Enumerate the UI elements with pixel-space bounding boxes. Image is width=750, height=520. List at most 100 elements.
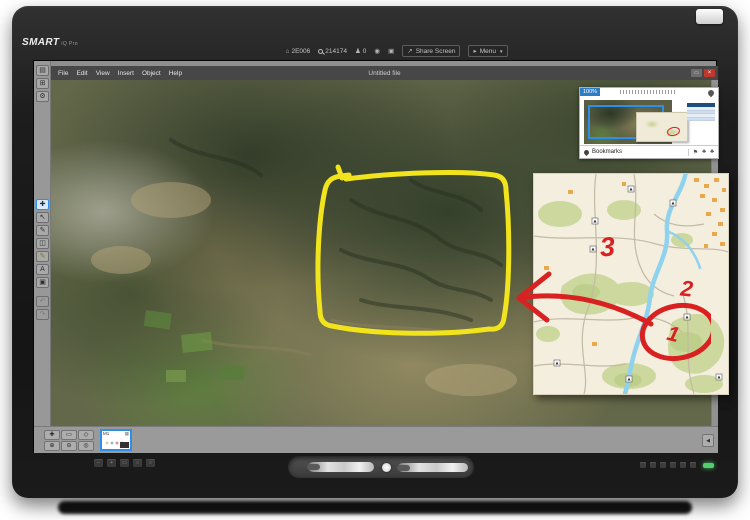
pen-tool-button[interactable]: ✎ [36, 225, 49, 236]
bezel-button[interactable] [660, 462, 666, 468]
minimize-button[interactable]: ▭ [691, 69, 702, 77]
highlighter-icon: ✎ [40, 253, 46, 260]
home-button[interactable]: ○ [146, 459, 155, 467]
room-id-item: ⌂ 2E006 [286, 48, 311, 55]
power-led[interactable] [703, 463, 714, 468]
input-button[interactable]: ○ [133, 459, 142, 467]
smart-board-bezel: SMARTiQ Pro ⌂ 2E006 214174 ♟ 0 ◉ ▣ ↗ Sha… [12, 6, 738, 498]
display-screen: ▤ ⊞ ⚙ ✚ ↖ ✎ ◫ ✎ A ▣ ↶ ↷ File [33, 60, 717, 452]
grid-button[interactable]: ⊞ [36, 78, 49, 89]
menu-help[interactable]: Help [169, 70, 182, 77]
screenshot-stage: SMARTiQ Pro ⌂ 2E006 214174 ♟ 0 ◉ ▣ ↗ Sha… [0, 0, 750, 520]
gear-icon: ⚙ [39, 93, 45, 100]
view-controls: ✚ ▭ ◇ ⊕ ⊖ ◎ [44, 430, 97, 451]
bezel-left-controls: − + ▭ ○ ○ [94, 459, 155, 467]
overview-thumbnail [580, 97, 718, 147]
menu-bar: File Edit View Insert Object Help [51, 70, 182, 77]
share-screen-button[interactable]: ↗ Share Screen [402, 45, 460, 57]
select-tool-button[interactable]: ↖ [36, 212, 49, 223]
eraser-tool-button[interactable]: ◫ [36, 238, 49, 249]
pen-icon: ✎ [40, 227, 46, 234]
location-pin-icon [583, 148, 590, 155]
overview-topo-thumb [636, 112, 688, 142]
attribution-marks [620, 90, 676, 94]
zoom-out-button[interactable]: ⊖ [61, 441, 77, 451]
zoom-level-badge: 100% [580, 88, 600, 96]
toolbar-tools-group: ✚ ↖ ✎ ◫ ✎ A ▣ ↶ ↷ [35, 199, 50, 322]
menu-label: Menu [480, 48, 496, 55]
session-id: 214174 [325, 48, 347, 55]
bezel-button[interactable] [670, 462, 676, 468]
page-thumbnail[interactable]: M1 ▦ [100, 429, 132, 451]
cursor-icon: ▸ [473, 47, 476, 55]
stylus-pen-2[interactable] [398, 463, 468, 472]
fit-page-icon: ◇ [84, 432, 89, 438]
fit-page-button[interactable]: ◇ [78, 430, 94, 440]
redo-button[interactable]: ↷ [36, 309, 49, 320]
image-tool-button[interactable]: ▣ [36, 277, 49, 288]
bezel-button[interactable] [690, 462, 696, 468]
magnifier-icon [318, 49, 323, 54]
overview-footer: Bookmarks ⚑ ♣ ♣ [580, 145, 718, 158]
toolbar-top-group: ▤ ⊞ ⚙ [35, 65, 50, 104]
menu-object[interactable]: Object [142, 70, 161, 77]
zoom-reset-button[interactable]: ◎ [78, 441, 94, 451]
collapse-panel-button[interactable]: ◀ [702, 434, 714, 447]
stylus-pen-1[interactable] [308, 462, 374, 472]
viewer-count-item: ♟ 0 [355, 47, 366, 55]
bezel-button[interactable] [640, 462, 646, 468]
menu-view[interactable]: View [96, 70, 110, 77]
freeze-button[interactable]: ▭ [120, 459, 129, 467]
map-canvas[interactable]: 100% [51, 80, 711, 426]
tray-color-button[interactable] [382, 463, 391, 472]
menu-edit[interactable]: Edit [76, 70, 87, 77]
clipboard-button[interactable]: ▤ [36, 65, 49, 76]
undo-icon: ↶ [40, 298, 46, 305]
viewer-count: 0 [363, 48, 367, 55]
tree-icon[interactable]: ♣ [702, 149, 706, 156]
grid-icon: ⊞ [40, 80, 46, 87]
zoom-out-icon: ⊖ [66, 443, 71, 449]
board-shadow [58, 501, 692, 514]
highlighter-tool-button[interactable]: ✎ [36, 251, 49, 262]
text-tool-button[interactable]: A [36, 264, 49, 275]
zoom-in-button[interactable]: ⊕ [44, 441, 60, 451]
bookmarks-label[interactable]: Bookmarks [592, 149, 622, 155]
volume-up-button[interactable]: + [107, 459, 116, 467]
pan-view-button[interactable]: ✚ [44, 430, 60, 440]
settings-button[interactable]: ⚙ [36, 91, 49, 102]
building-icon: ⌂ [286, 48, 290, 55]
menu-file[interactable]: File [58, 70, 68, 77]
pin-icon[interactable] [707, 89, 715, 97]
page-label: M1 [103, 431, 109, 436]
pan-tool-button[interactable]: ✚ [36, 199, 49, 210]
volume-down-button[interactable]: − [94, 459, 103, 467]
document-title: Untitled file [368, 70, 400, 77]
window-controls: ▭ × [691, 69, 715, 77]
overview-actions: ⚑ ♣ ♣ [688, 149, 714, 156]
topo-map-graphic [534, 174, 728, 394]
bezel-button[interactable] [650, 462, 656, 468]
page-width-button[interactable]: ▭ [61, 430, 77, 440]
close-button[interactable]: × [704, 69, 715, 77]
bezel-button[interactable] [680, 462, 686, 468]
overview-window[interactable]: 100% [579, 87, 719, 159]
flag-icon[interactable]: ⚑ [693, 149, 698, 156]
topo-map-inset[interactable] [533, 173, 729, 395]
pan-view-icon: ✚ [49, 432, 54, 438]
undo-button[interactable]: ↶ [36, 296, 49, 307]
chevron-down-icon: ▼ [499, 49, 503, 54]
zoom-in-icon: ⊕ [49, 443, 54, 449]
share-icon: ↗ [407, 47, 412, 55]
clipboard-icon: ▤ [39, 67, 46, 74]
menu-insert[interactable]: Insert [118, 70, 134, 77]
zoom-reset-icon: ◎ [83, 443, 88, 449]
menu-button[interactable]: ▸ Menu ▼ [468, 45, 508, 57]
image-icon: ▣ [39, 279, 46, 286]
text-tool-icon: A [40, 266, 45, 273]
eye-icon[interactable]: ◉ [374, 47, 380, 55]
pen-tray [288, 456, 474, 478]
tree-icon[interactable]: ♣ [710, 149, 714, 156]
camera-icon[interactable]: ▣ [388, 47, 394, 55]
pan-tool-icon: ✚ [40, 201, 46, 208]
